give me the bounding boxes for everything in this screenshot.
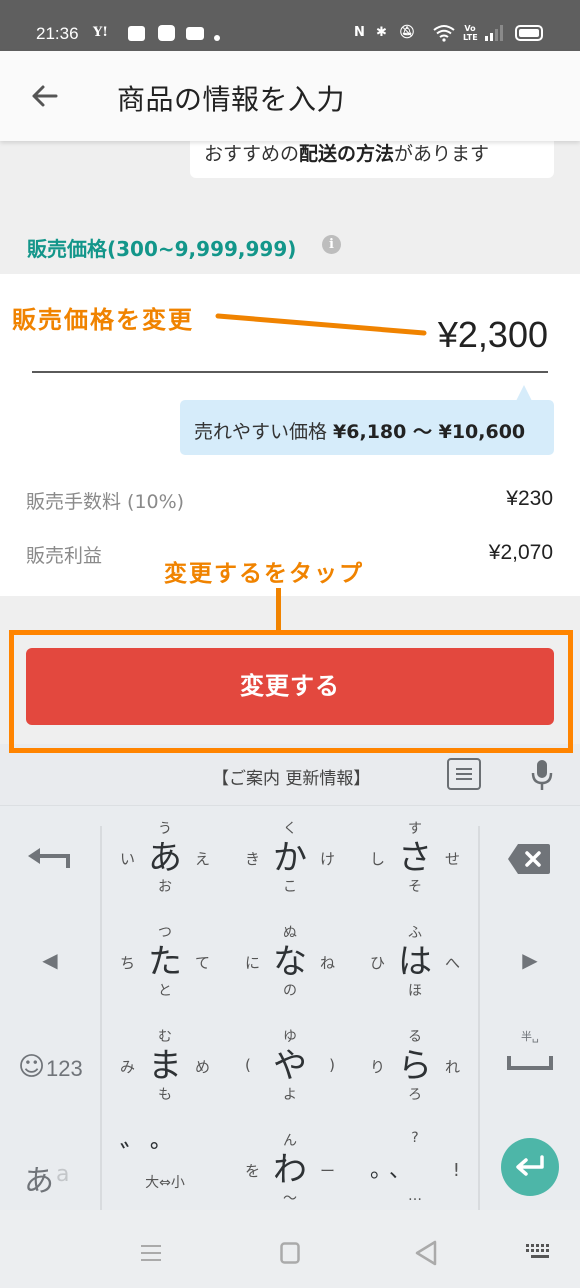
kana-key-ka[interactable]: く き か け こ	[227, 806, 353, 910]
profit-label: 販売利益	[26, 545, 103, 567]
kana-key-ra[interactable]: る り ら れ ろ	[352, 1014, 478, 1118]
flick-down: 〜	[283, 1191, 297, 1207]
flick-down: …	[408, 1188, 422, 1204]
kana-key-ya[interactable]: ゆ ( や ) よ	[227, 1014, 353, 1118]
undo-arrow-icon	[28, 848, 70, 868]
fee-label: 販売手数料 (10%)	[26, 491, 185, 513]
home-icon[interactable]	[280, 1242, 300, 1264]
cursor-right-icon: ▶	[522, 948, 538, 972]
flick-up: ぬ	[283, 925, 297, 941]
size-toggle-label: 大⇔小	[145, 1175, 185, 1191]
suggested-price-range: ¥6,180 〜 ¥10,600	[333, 421, 526, 443]
flick-up: ゆ	[283, 1029, 297, 1045]
flick-right: !	[452, 1160, 460, 1181]
kana-key-wa[interactable]: ん を わ ー 〜	[227, 1118, 353, 1222]
page-title: 商品の情報を入力	[117, 83, 346, 116]
punctuation-label: 。、	[370, 1158, 420, 1183]
recents-icon[interactable]	[140, 1243, 162, 1263]
change-button[interactable]: 変更する	[26, 648, 554, 725]
keyboard-hide-icon[interactable]	[526, 1244, 552, 1266]
number-label: 123	[46, 1056, 83, 1081]
dakuten-label: ゛゜	[120, 1140, 180, 1175]
space-key[interactable]: 半␣	[480, 1014, 580, 1118]
flick-up: ん	[283, 1133, 297, 1149]
alpha-mode-label: a	[56, 1162, 70, 1187]
emoji-number-key[interactable]: ☺ 123	[0, 1014, 100, 1118]
microphone-icon	[531, 760, 553, 790]
dakuten-key[interactable]: ゛゜ 大⇔小	[102, 1118, 228, 1222]
flick-right: せ	[444, 850, 460, 868]
microphone-button[interactable]	[530, 758, 554, 796]
kana-key-a[interactable]: う い あ え お	[102, 806, 228, 910]
flick-up: く	[283, 821, 297, 837]
flick-right: け	[319, 850, 335, 868]
cursor-left-icon: ◀	[42, 948, 58, 972]
flick-down: と	[158, 983, 172, 999]
flick-up: る	[408, 1029, 422, 1045]
flick-down: も	[158, 1087, 172, 1103]
flick-right: れ	[444, 1058, 460, 1076]
enter-key[interactable]	[480, 1118, 580, 1222]
flick-down: ろ	[408, 1087, 422, 1103]
enter-button-circle	[501, 1138, 559, 1196]
back-button[interactable]	[28, 79, 62, 113]
menu-line	[456, 768, 472, 770]
profit-value: ¥2,070	[488, 541, 553, 564]
arrow-left-icon	[32, 85, 58, 107]
space-hint: 半␣	[521, 1030, 539, 1043]
backspace-icon	[508, 844, 550, 874]
app-bar: 商品の情報を入力	[0, 51, 580, 141]
menu-line	[456, 773, 472, 775]
punctuation-key[interactable]: ? 。、 ! …	[352, 1118, 478, 1222]
flick-right: へ	[444, 954, 460, 972]
flick-right: )	[329, 1056, 335, 1074]
suggested-price-text: 売れやすい価格 ¥6,180 〜 ¥10,600	[194, 417, 525, 444]
annotation-line-button	[276, 588, 281, 632]
annotation-tap-change: 変更するをタップ	[164, 560, 364, 587]
kana-mode-label: あ	[24, 1164, 54, 1199]
undo-key[interactable]	[0, 806, 100, 910]
emoji-icon: ☺	[18, 1052, 46, 1082]
flick-up: ?	[411, 1130, 419, 1146]
enter-icon	[516, 1155, 544, 1176]
keyboard-news-link[interactable]: 【ご案内 更新情報】	[212, 764, 370, 789]
kana-key-ta[interactable]: つ ち た て と	[102, 910, 228, 1014]
flick-right: ー	[319, 1162, 335, 1180]
flick-down: の	[283, 983, 297, 999]
kana-key-ma[interactable]: む み ま め も	[102, 1014, 228, 1118]
keyboard-toolbar: 【ご案内 更新情報】	[0, 744, 580, 806]
flick-down: ほ	[408, 983, 422, 999]
flick-up: む	[158, 1029, 172, 1045]
flick-up: つ	[158, 925, 172, 941]
menu-line	[456, 778, 472, 780]
backspace-key[interactable]	[480, 806, 580, 910]
input-mode-key[interactable]: あ a	[0, 1118, 100, 1222]
keyboard-menu-button[interactable]	[447, 758, 481, 790]
cursor-right-key[interactable]: ▶	[480, 910, 580, 1014]
kana-key-ha[interactable]: ふ ひ は へ ほ	[352, 910, 478, 1014]
flick-down: そ	[408, 879, 422, 895]
flick-right: め	[194, 1058, 210, 1076]
kana-key-sa[interactable]: す し さ せ そ	[352, 806, 478, 910]
flick-right: て	[194, 954, 210, 972]
suggested-price-bubble: 売れやすい価格 ¥6,180 〜 ¥10,600	[180, 385, 554, 455]
flick-right: え	[194, 850, 210, 868]
space-icon	[507, 1056, 553, 1070]
fee-value: ¥230	[506, 487, 553, 510]
flick-up: ふ	[408, 925, 422, 941]
cursor-left-key[interactable]: ◀	[0, 910, 100, 1014]
flick-down: よ	[283, 1087, 297, 1103]
flick-right: ね	[319, 954, 335, 972]
suggested-price-label: 売れやすい価格	[194, 421, 334, 443]
flick-up: す	[408, 821, 422, 837]
flick-down: お	[158, 879, 172, 895]
flick-down: こ	[283, 879, 297, 895]
system-nav-bar	[0, 1210, 580, 1288]
kana-key-na[interactable]: ぬ に な ね の	[227, 910, 353, 1014]
back-icon[interactable]	[414, 1240, 438, 1266]
flick-up: う	[158, 821, 172, 837]
